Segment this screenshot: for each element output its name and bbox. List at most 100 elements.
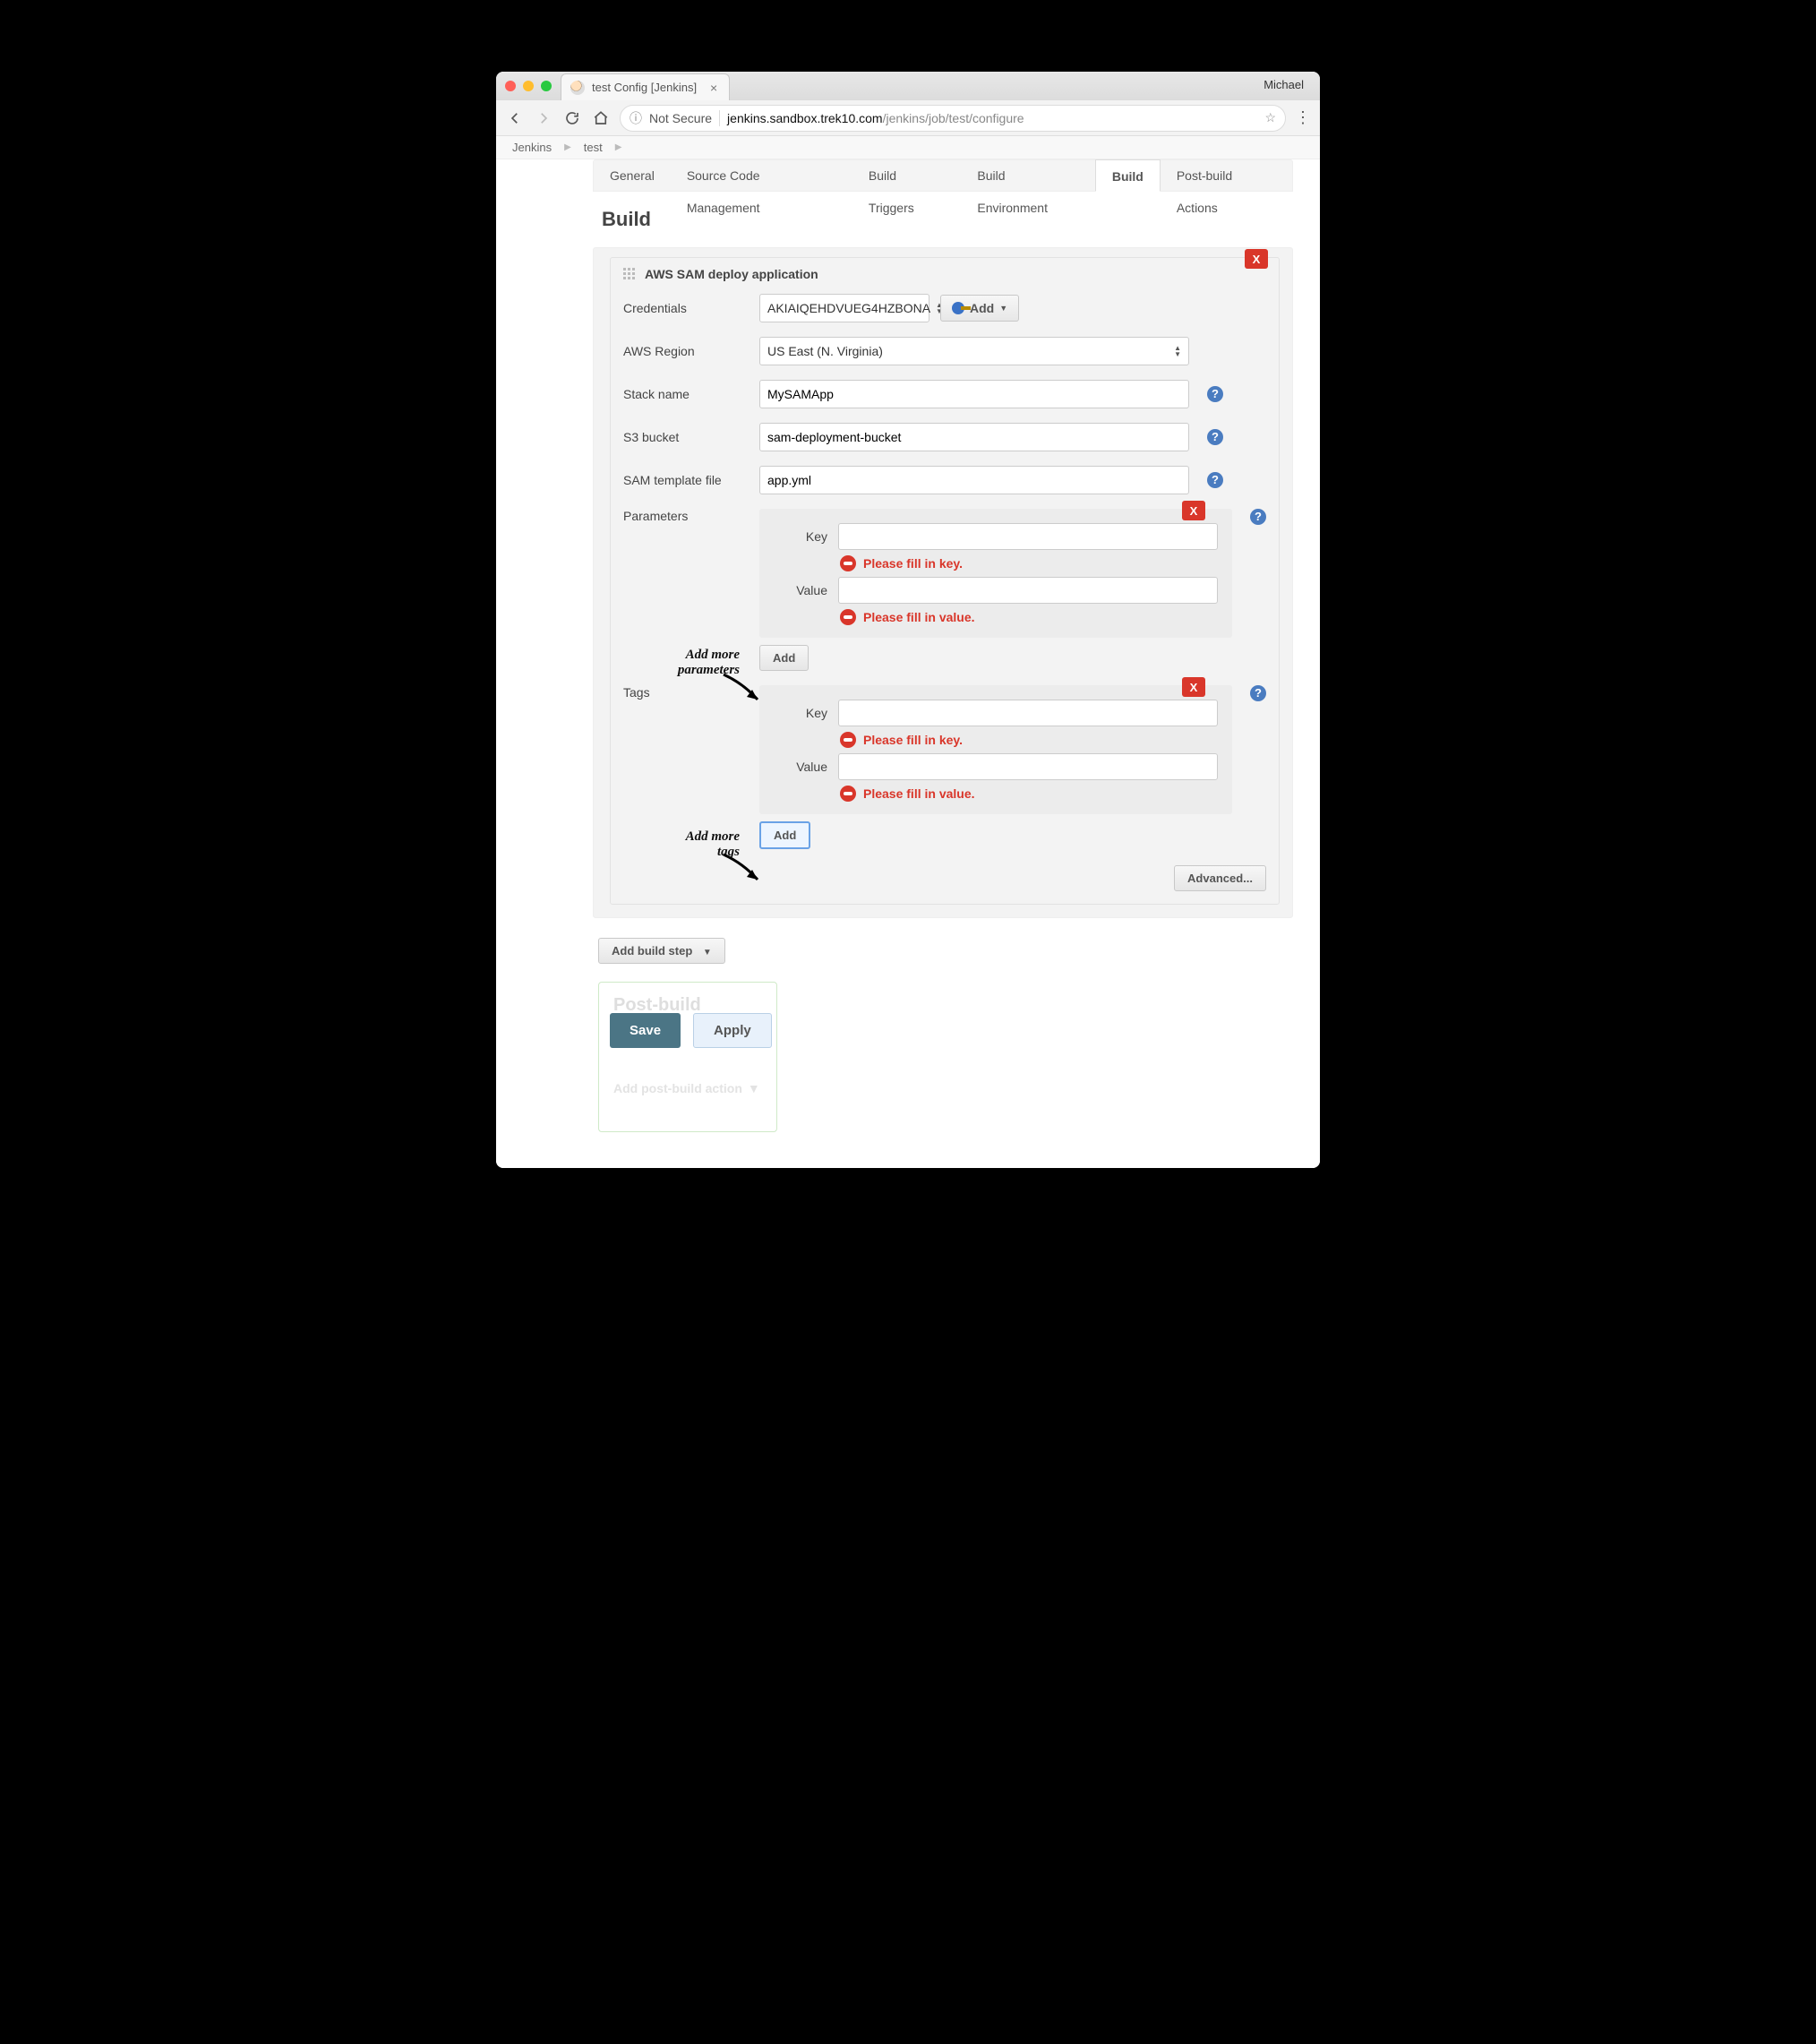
param-key-error: Please fill in key. [840, 555, 1218, 571]
save-button[interactable]: Save [610, 1013, 681, 1048]
window-titlebar: test Config [Jenkins] × Michael [496, 72, 1320, 100]
s3-bucket-input[interactable] [759, 423, 1189, 451]
parameters-label: Parameters [623, 509, 749, 523]
add-credentials-label: Add [970, 301, 994, 315]
post-build-section: Post-build Actions Save Apply Add post-b… [598, 982, 777, 1132]
chrome-window: test Config [Jenkins] × Michael ⓘ Not Se… [496, 72, 1320, 1168]
add-tag-button[interactable]: Add [759, 821, 810, 849]
tag-key-label: Key [774, 706, 827, 720]
error-text: Please fill in key. [863, 733, 963, 747]
tab-build-env[interactable]: Build Environment [961, 159, 1094, 192]
add-build-step-label: Add build step [612, 944, 692, 958]
browser-toolbar: ⓘ Not Secure jenkins.sandbox.trek10.com/… [496, 100, 1320, 136]
chevron-right-icon: ▶ [564, 142, 571, 152]
breadcrumb-bar: Jenkins ▶ test ▶ [496, 136, 1320, 159]
chevron-down-icon: ▼ [999, 304, 1007, 313]
step-title: AWS SAM deploy application [645, 267, 818, 281]
browser-menu-button[interactable]: ⋮ [1295, 108, 1311, 127]
select-arrows-icon: ▲▼ [1174, 345, 1181, 357]
bookmark-star-icon[interactable]: ☆ [1264, 110, 1276, 125]
profile-name[interactable]: Michael [1263, 78, 1304, 91]
stack-name-label: Stack name [623, 387, 749, 401]
tag-key-input[interactable] [838, 700, 1218, 726]
tab-title: test Config [Jenkins] [592, 81, 697, 94]
param-value-input[interactable] [838, 577, 1218, 604]
minimize-window-button[interactable] [523, 81, 534, 91]
error-text: Please fill in value. [863, 786, 975, 801]
error-text: Please fill in key. [863, 556, 963, 571]
error-icon [840, 609, 856, 625]
config-tabs: General Source Code Management Build Tri… [593, 159, 1293, 192]
add-build-step-button[interactable]: Add build step ▼ [598, 938, 725, 964]
annotation-add-parameters: Add more parameters [641, 648, 740, 679]
tab-general[interactable]: General [594, 159, 671, 192]
close-tab-icon[interactable]: × [707, 82, 720, 94]
delete-step-button[interactable]: X [1245, 249, 1268, 269]
tab-build-triggers[interactable]: Build Triggers [852, 159, 961, 192]
advanced-button[interactable]: Advanced... [1174, 865, 1266, 891]
parameter-entry: X Key Please fill in key. [759, 509, 1232, 638]
tab-scm[interactable]: Source Code Management [671, 159, 852, 192]
credentials-value: AKIAIQEHDVUEG4HZBONA [767, 301, 930, 315]
help-icon[interactable]: ? [1207, 429, 1223, 445]
breadcrumb-item[interactable]: test [584, 141, 603, 154]
add-parameter-button[interactable]: Add [759, 645, 809, 671]
delete-parameter-button[interactable]: X [1182, 501, 1205, 520]
breadcrumb-item[interactable]: Jenkins [512, 141, 552, 154]
sticky-action-bar: Save Apply [610, 1013, 772, 1048]
param-key-input[interactable] [838, 523, 1218, 550]
drag-handle-icon[interactable] [623, 268, 636, 280]
browser-tab[interactable]: test Config [Jenkins] × [561, 73, 730, 100]
credentials-select[interactable]: AKIAIQEHDVUEG4HZBONA ▲▼ [759, 294, 929, 322]
tab-post-build[interactable]: Post-build Actions [1161, 159, 1292, 192]
jenkins-favicon-icon [570, 81, 585, 95]
error-icon [840, 786, 856, 802]
chevron-right-icon: ▶ [615, 142, 622, 152]
error-text: Please fill in value. [863, 610, 975, 624]
reload-button[interactable] [562, 108, 582, 128]
error-icon [840, 732, 856, 748]
apply-button[interactable]: Apply [693, 1013, 772, 1048]
key-icon [952, 302, 964, 314]
tag-key-error: Please fill in key. [840, 732, 1218, 748]
forward-button[interactable] [534, 108, 553, 128]
page-body: General Source Code Management Build Tri… [496, 159, 1320, 1168]
delete-tag-button[interactable]: X [1182, 677, 1205, 697]
help-icon[interactable]: ? [1250, 685, 1266, 701]
site-info-icon[interactable]: ⓘ [630, 109, 642, 127]
param-value-error: Please fill in value. [840, 609, 1218, 625]
build-steps-container: X AWS SAM deploy application Credentials… [593, 247, 1293, 918]
url-host: jenkins.sandbox.trek10.com [727, 111, 883, 125]
chevron-down-icon: ▼ [703, 948, 712, 958]
address-bar[interactable]: ⓘ Not Secure jenkins.sandbox.trek10.com/… [620, 105, 1286, 132]
divider [719, 110, 720, 126]
stack-name-input[interactable] [759, 380, 1189, 408]
back-button[interactable] [505, 108, 525, 128]
url-path: /jenkins/job/test/configure [883, 111, 1024, 125]
credentials-label: Credentials [623, 301, 749, 315]
region-value: US East (N. Virginia) [767, 344, 883, 358]
help-icon[interactable]: ? [1207, 472, 1223, 488]
main-column: General Source Code Management Build Tri… [593, 159, 1320, 1132]
error-icon [840, 555, 856, 571]
tag-value-input[interactable] [838, 753, 1218, 780]
param-value-label: Value [774, 583, 827, 597]
tag-entry: X Key Please fill in key. [759, 685, 1232, 814]
zoom-window-button[interactable] [541, 81, 552, 91]
tab-build[interactable]: Build [1095, 159, 1161, 192]
close-window-button[interactable] [505, 81, 516, 91]
window-controls [505, 81, 552, 91]
help-icon[interactable]: ? [1250, 509, 1266, 525]
add-post-build-action-button[interactable]: Add post-build action▼ [613, 1081, 762, 1095]
add-credentials-button[interactable]: Add ▼ [940, 295, 1019, 322]
sam-template-label: SAM template file [623, 473, 749, 487]
home-button[interactable] [591, 108, 611, 128]
chevron-down-icon: ▼ [748, 1081, 760, 1095]
security-status: Not Secure [649, 111, 712, 125]
build-step: X AWS SAM deploy application Credentials… [610, 257, 1280, 905]
left-gutter [496, 159, 593, 1132]
help-icon[interactable]: ? [1207, 386, 1223, 402]
region-select[interactable]: US East (N. Virginia) ▲▼ [759, 337, 1189, 365]
tag-value-label: Value [774, 760, 827, 774]
sam-template-input[interactable] [759, 466, 1189, 494]
